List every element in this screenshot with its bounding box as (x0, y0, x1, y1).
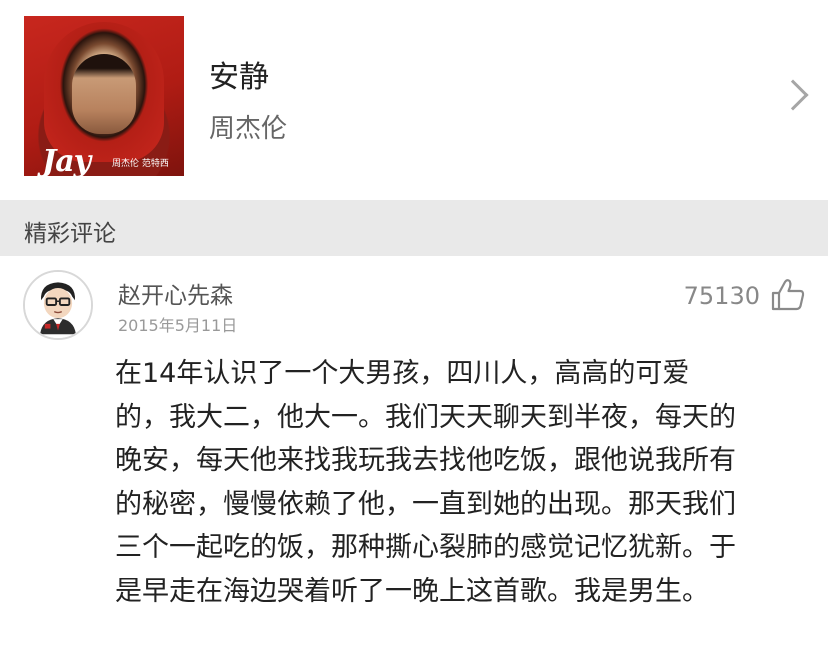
album-cover-logo: Jay (42, 144, 91, 176)
album-cover-subtitle: 周杰伦 范特西 (112, 159, 169, 169)
album-cover[interactable]: Jay 周杰伦 范特西 (24, 16, 184, 176)
comment-username[interactable]: 赵开心先森 (118, 276, 233, 310)
comment-line: 的秘密，慢慢依赖了他，一直到她的出现。那天我们 (115, 488, 736, 520)
section-title: 精彩评论 (24, 221, 116, 247)
thumbs-up-icon[interactable] (770, 278, 806, 312)
comment-line: 在14年认识了一个大男孩，四川人，高高的可爱 (115, 358, 690, 389)
album-cover-face (72, 54, 136, 134)
like-count: 75130 (683, 282, 760, 310)
comment-line: 晚安，每天他来找我玩我去找他吃饭，跟他说我所有 (115, 445, 736, 476)
avatar[interactable] (23, 270, 93, 340)
comment-line: 三个一起吃的饭，那种撕心裂肺的感觉记忆犹新。于 (115, 532, 736, 563)
section-header (0, 200, 828, 256)
comment-item: 赵开心先森 2015年5月11日 75130 在14年认识了一个大男孩，四川人，… (0, 256, 828, 657)
song-header[interactable]: Jay 周杰伦 范特西 安静 周杰伦 (0, 0, 828, 200)
comment-date: 2015年5月11日 (118, 316, 238, 335)
song-title: 安静 (209, 60, 269, 95)
chevron-right-icon[interactable] (777, 79, 809, 111)
comment-line: 的，我大二，他大一。我们天天聊天到半夜，每天的 (115, 401, 736, 433)
comment-line: 是早走在海边哭着听了一晚上这首歌。我是男生。 (115, 575, 709, 607)
comment-text: 在14年认识了一个大男孩，四川人，高高的可爱 的，我大二，他大一。我们天天聊天到… (115, 352, 815, 613)
song-artist: 周杰伦 (209, 114, 288, 144)
